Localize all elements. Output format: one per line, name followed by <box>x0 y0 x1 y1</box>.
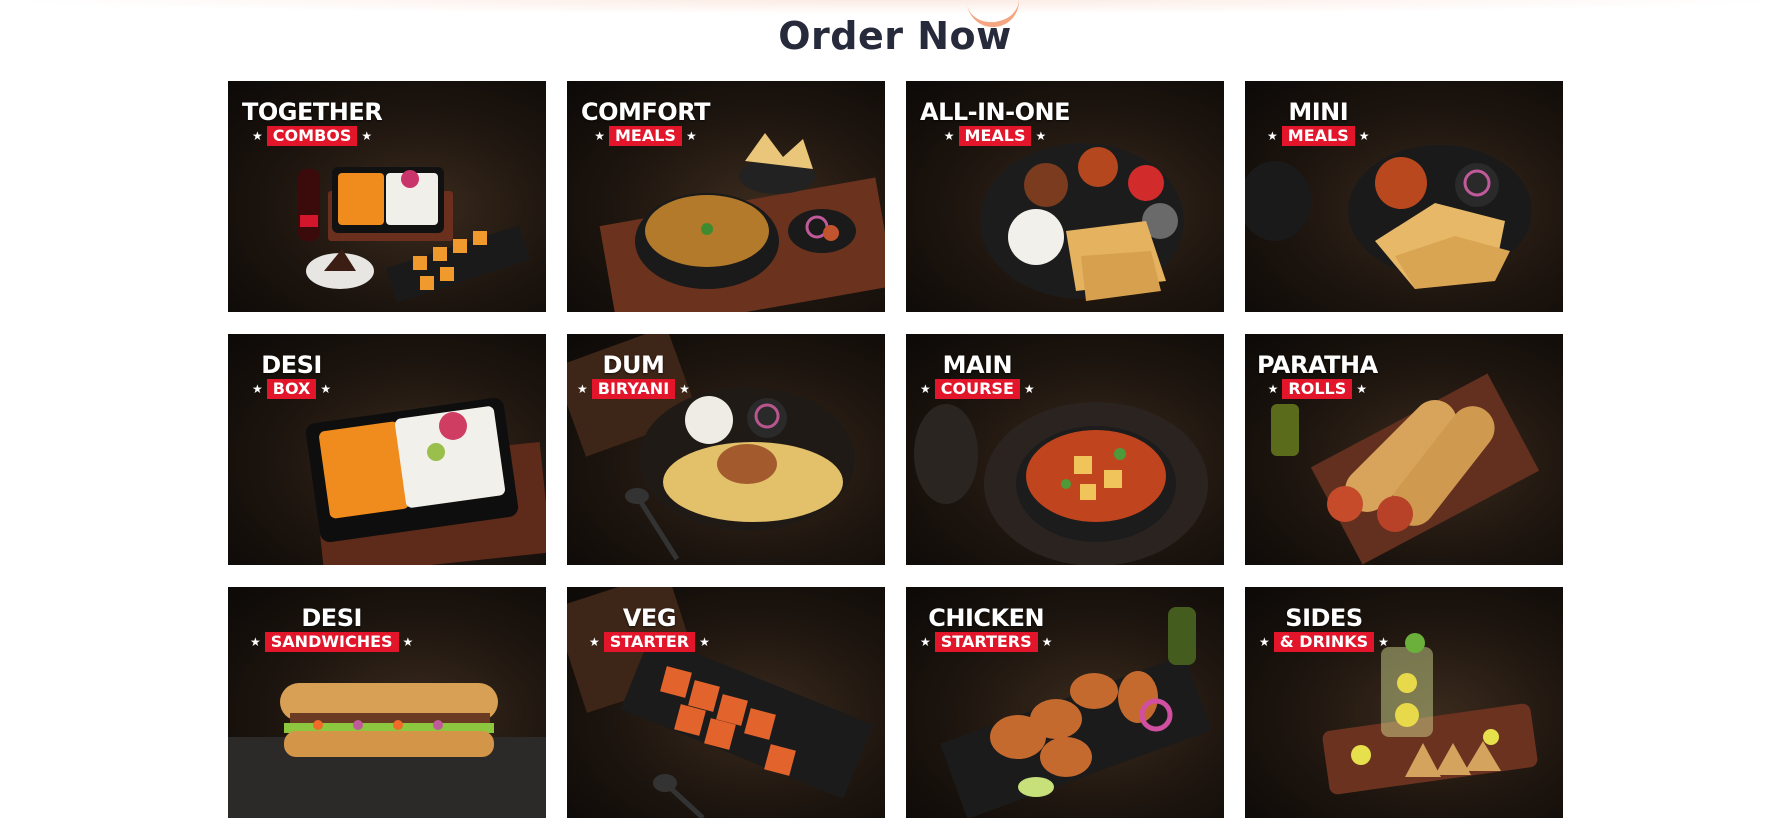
category-label: COMFORT ★ MEALS ★ <box>581 99 710 147</box>
category-label: CHICKEN ★ STARTERS ★ <box>920 605 1052 653</box>
category-label: TOGETHER ★ COMBOS ★ <box>242 98 383 147</box>
header-backdrop <box>0 0 1790 14</box>
star-icon: ★ <box>252 382 263 396</box>
category-tag: SANDWICHES <box>264 632 399 652</box>
category-tag: MEALS <box>1281 126 1355 146</box>
category-title: COMFORT <box>581 98 710 126</box>
category-title: SIDES <box>1285 604 1363 632</box>
star-icon: ★ <box>685 129 697 143</box>
category-tag: ROLLS <box>1282 379 1353 399</box>
category-card-chicken-starters[interactable]: CHICKEN ★ STARTERS ★ <box>906 587 1224 818</box>
star-icon: ★ <box>250 635 261 649</box>
category-card-desi-box[interactable]: DESI ★ BOX ★ <box>228 334 546 565</box>
star-icon: ★ <box>943 129 955 143</box>
category-tag: BOX <box>266 379 317 399</box>
star-icon: ★ <box>1023 382 1035 396</box>
category-title: DESI <box>261 351 322 379</box>
category-card-main-course[interactable]: MAIN ★ COURSE ★ <box>906 334 1224 565</box>
star-icon: ★ <box>577 382 588 396</box>
category-card-all-in-one-meals[interactable]: ALL-IN-ONE ★ MEALS ★ <box>906 81 1224 312</box>
category-tag: BIRYANI <box>591 379 676 399</box>
section-title: Order Now <box>778 14 1012 58</box>
star-icon: ★ <box>699 635 710 649</box>
category-tag: STARTER <box>603 632 696 652</box>
category-label: SIDES ★ & DRINKS ★ <box>1259 605 1389 653</box>
category-title: TOGETHER <box>242 98 383 126</box>
category-card-comfort-meals[interactable]: COMFORT ★ MEALS ★ <box>567 81 885 312</box>
category-title: MINI <box>1288 98 1349 126</box>
category-tag: MEALS <box>609 126 682 146</box>
category-label: DESI ★ SANDWICHES ★ <box>250 605 413 653</box>
category-card-paratha-rolls[interactable]: PARATHA ★ ROLLS ★ <box>1245 334 1563 565</box>
category-tag: STARTERS <box>934 632 1038 652</box>
category-tag: & DRINKS <box>1273 632 1375 652</box>
star-icon: ★ <box>1356 382 1368 396</box>
star-icon: ★ <box>1378 635 1389 649</box>
category-card-sides-drinks[interactable]: SIDES ★ & DRINKS ★ <box>1245 587 1563 818</box>
star-icon: ★ <box>320 382 332 396</box>
category-label: PARATHA ★ ROLLS ★ <box>1257 352 1378 400</box>
category-label: DUM ★ BIRYANI ★ <box>577 352 690 400</box>
category-card-veg-starter[interactable]: VEG ★ STARTER ★ <box>567 587 885 818</box>
star-icon: ★ <box>1041 635 1053 649</box>
star-icon: ★ <box>1358 129 1370 143</box>
category-card-mini-meals[interactable]: MINI ★ MEALS ★ <box>1245 81 1563 312</box>
star-icon: ★ <box>1267 382 1279 396</box>
category-title: PARATHA <box>1257 351 1378 379</box>
star-icon: ★ <box>361 129 373 143</box>
category-label: MINI ★ MEALS ★ <box>1267 99 1369 147</box>
star-icon: ★ <box>252 129 263 143</box>
category-tag: COURSE <box>934 379 1020 399</box>
category-title: DUM <box>602 351 665 379</box>
category-tag: MEALS <box>958 126 1032 146</box>
category-label: VEG ★ STARTER ★ <box>589 605 710 653</box>
category-title: VEG <box>622 604 677 632</box>
category-label: MAIN ★ COURSE ★ <box>920 352 1035 400</box>
category-tag: COMBOS <box>266 126 358 146</box>
category-title: ALL-IN-ONE <box>920 98 1070 126</box>
star-icon: ★ <box>589 635 600 649</box>
star-icon: ★ <box>594 129 605 143</box>
star-icon: ★ <box>920 382 931 396</box>
star-icon: ★ <box>402 635 414 649</box>
star-icon: ★ <box>920 635 931 649</box>
category-label: ALL-IN-ONE ★ MEALS ★ <box>920 99 1070 147</box>
category-card-dum-biryani[interactable]: DUM ★ BIRYANI ★ <box>567 334 885 565</box>
star-icon: ★ <box>1259 635 1270 649</box>
star-icon: ★ <box>679 382 690 396</box>
category-label: DESI ★ BOX ★ <box>252 352 331 400</box>
category-card-desi-sandwiches[interactable]: DESI ★ SANDWICHES ★ <box>228 587 546 818</box>
star-icon: ★ <box>1267 129 1278 143</box>
star-icon: ★ <box>1035 129 1047 143</box>
category-card-together-combos[interactable]: TOGETHER ★ COMBOS ★ <box>228 81 546 312</box>
category-title: DESI <box>301 604 362 632</box>
category-title: CHICKEN <box>928 604 1045 632</box>
category-title: MAIN <box>942 351 1013 379</box>
